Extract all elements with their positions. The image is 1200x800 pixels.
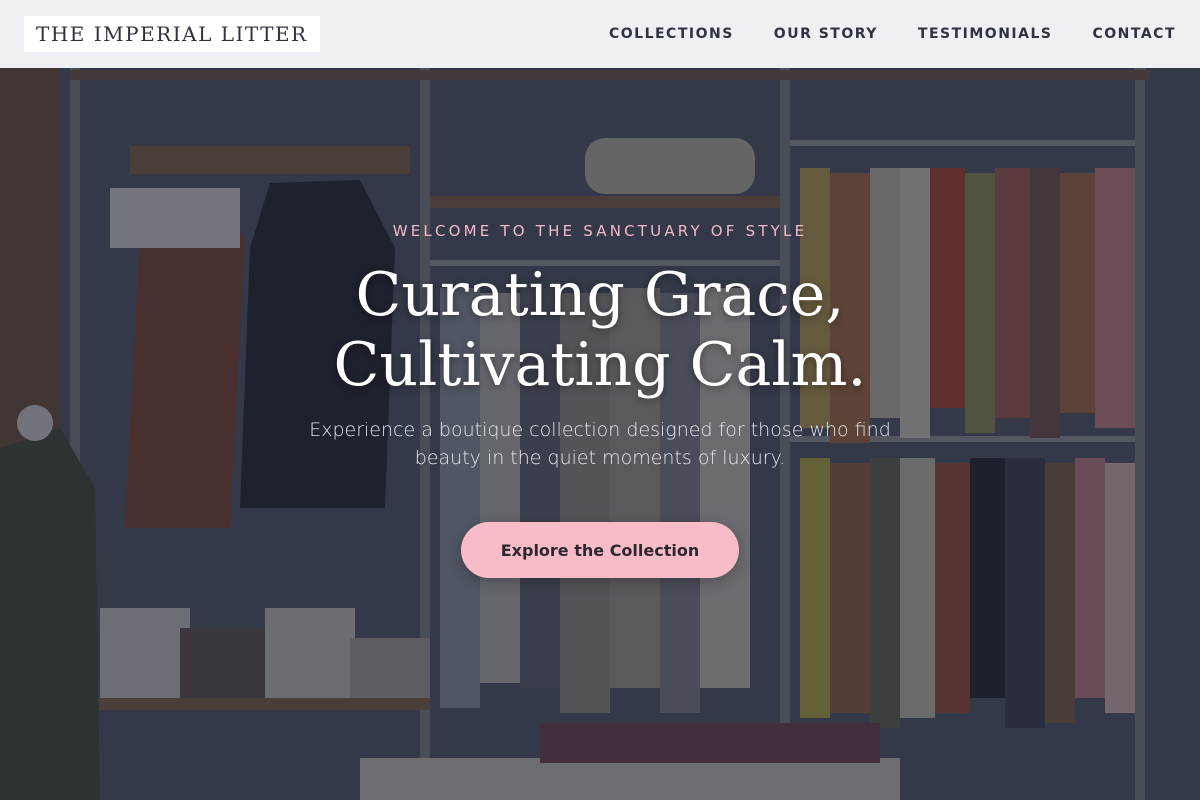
hero-eyebrow: WELCOME TO THE SANCTUARY OF STYLE xyxy=(392,222,808,240)
hero-headline: Curating Grace, Cultivating Calm. xyxy=(334,260,867,400)
site-header: THE IMPERIAL LITTER COLLECTIONS OUR STOR… xyxy=(0,0,1200,68)
nav-link-our-story[interactable]: OUR STORY xyxy=(774,26,878,42)
hero-content: WELCOME TO THE SANCTUARY OF STYLE Curati… xyxy=(0,68,1200,800)
headline-line-2: Cultivating Calm. xyxy=(333,330,867,400)
hero-subtitle: Experience a boutique collection designe… xyxy=(309,419,891,469)
main-nav: COLLECTIONS OUR STORY TESTIMONIALS CONTA… xyxy=(609,26,1176,42)
nav-link-testimonials[interactable]: TESTIMONIALS xyxy=(918,26,1053,42)
site-logo[interactable]: THE IMPERIAL LITTER xyxy=(24,16,320,52)
headline-line-1: Curating Grace, xyxy=(355,260,845,330)
nav-link-collections[interactable]: COLLECTIONS xyxy=(609,26,734,42)
nav-link-contact[interactable]: CONTACT xyxy=(1092,26,1176,42)
explore-collection-button[interactable]: Explore the Collection xyxy=(460,522,740,578)
